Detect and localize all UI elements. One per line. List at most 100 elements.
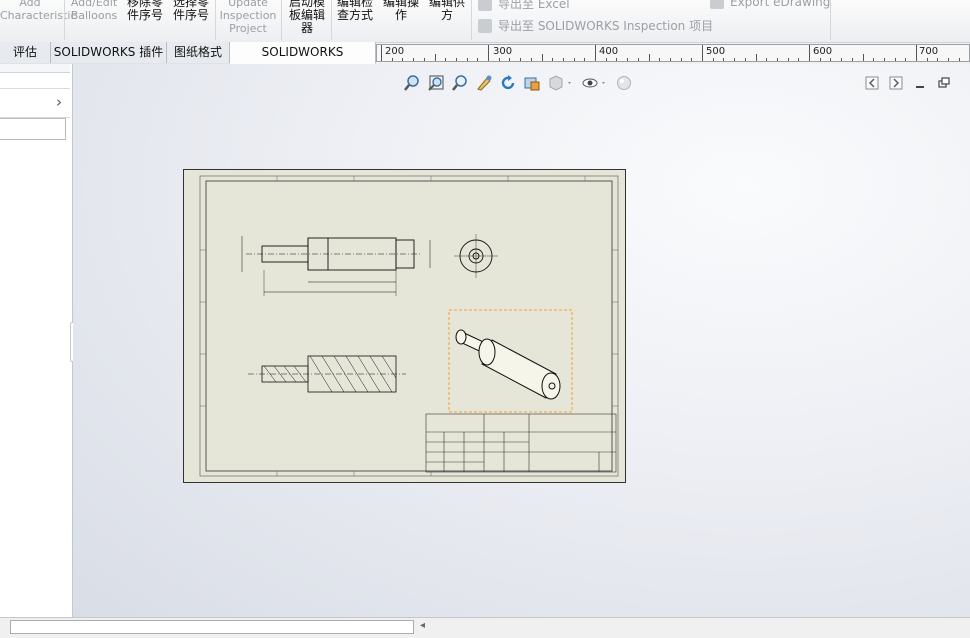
- window-controls: [863, 72, 959, 94]
- feature-manager-panel: ›: [0, 64, 73, 617]
- pan-icon[interactable]: [475, 74, 493, 92]
- ruler-tick: [531, 58, 532, 62]
- ruler-tick: [895, 58, 896, 62]
- horizontal-ruler: 200 300 400 500 600 700: [376, 44, 970, 62]
- ruler-tick: [873, 58, 874, 62]
- ruler-tick: [863, 54, 864, 62]
- tab-evaluate[interactable]: 评估: [0, 42, 51, 63]
- panel-expand-row[interactable]: ›: [0, 88, 70, 118]
- export-inspection-project-button[interactable]: 导出至 SOLIDWORKS Inspection 项目: [478, 17, 713, 34]
- ruler-tick: [884, 58, 885, 62]
- tab-solidworks-inspection[interactable]: SOLIDWORKS Inspection: [230, 42, 376, 64]
- command-manager-tabs: 评估 SOLIDWORKS 插件 图纸格式 SOLIDWORKS Inspect…: [0, 42, 376, 65]
- next-sheet-icon[interactable]: [887, 74, 905, 92]
- update-inspection-project-button[interactable]: Update Inspection Project: [218, 0, 278, 35]
- add-characteristic-button[interactable]: Add Characteristic: [0, 0, 60, 22]
- ruler-tick: [809, 45, 810, 61]
- ruler-label: 400: [599, 46, 618, 57]
- restore-icon[interactable]: [935, 74, 953, 92]
- export-edrawing-button[interactable]: Export eDrawing: [710, 0, 830, 9]
- ruler-tick: [927, 58, 928, 62]
- inspection-project-icon: [478, 19, 492, 33]
- scroll-left-icon[interactable]: ◂: [420, 620, 425, 631]
- ruler-tick: [563, 58, 564, 62]
- tab-solidworks-addins[interactable]: SOLIDWORKS 插件: [51, 42, 167, 63]
- ruler-tick: [467, 58, 468, 62]
- appearance-icon[interactable]: [615, 74, 633, 92]
- ruler-label: 500: [706, 46, 725, 57]
- ruler-tick: [477, 58, 478, 62]
- hide-show-icon[interactable]: [581, 74, 609, 92]
- chevron-right-icon: ›: [56, 93, 62, 111]
- ruler-tick: [381, 45, 382, 61]
- ruler-tick: [574, 58, 575, 62]
- ruler-tick: [413, 58, 414, 62]
- scrollbar-thumb[interactable]: [10, 620, 414, 634]
- ruler-tick: [777, 58, 778, 62]
- ruler-tick: [820, 58, 821, 62]
- panel-filter-input[interactable]: [0, 118, 66, 140]
- ruler-tick: [745, 58, 746, 62]
- ruler-tick: [691, 58, 692, 62]
- edit-check-method-button[interactable]: 编辑检 查方式: [333, 0, 377, 22]
- ruler-tick: [788, 58, 789, 62]
- ruler-tick: [723, 58, 724, 62]
- ruler-tick: [756, 54, 757, 62]
- rotate-icon[interactable]: [499, 74, 517, 92]
- ruler-tick: [841, 58, 842, 62]
- ruler-tick: [488, 45, 489, 61]
- tab-sheet-format[interactable]: 图纸格式: [167, 42, 230, 63]
- view-orientation-icon[interactable]: [547, 74, 575, 92]
- ruler-tick: [509, 58, 510, 62]
- ruler-label: 700: [919, 46, 938, 57]
- ruler-tick: [681, 58, 682, 62]
- ruler-tick: [734, 58, 735, 62]
- ruler-tick: [552, 58, 553, 62]
- launch-template-editor-button[interactable]: 启动模 板编辑 器: [285, 0, 329, 35]
- ruler-tick: [456, 58, 457, 62]
- ruler-label: 200: [385, 46, 404, 57]
- minimize-icon[interactable]: [911, 74, 929, 92]
- ribbon: Add Characteristic Add/Edit Balloons 移除零…: [0, 0, 970, 43]
- ruler-tick: [649, 54, 650, 62]
- ruler-tick: [713, 58, 714, 62]
- ruler-tick: [606, 58, 607, 62]
- panel-header: [0, 64, 70, 73]
- graphics-area[interactable]: [73, 64, 970, 617]
- ruler-tick: [542, 54, 543, 62]
- edit-operation-button[interactable]: 编辑操 作: [379, 0, 423, 22]
- ruler-tick: [627, 58, 628, 62]
- select-part-numbers-button[interactable]: 选择零 件序号: [169, 0, 213, 22]
- drawing-sheet-graphics: [184, 170, 627, 484]
- export-excel-button[interactable]: 导出至 Excel: [478, 0, 570, 12]
- ruler-tick: [584, 58, 585, 62]
- ruler-tick: [595, 45, 596, 61]
- edit-vendor-button[interactable]: 编辑供 方: [425, 0, 469, 22]
- remove-part-numbers-button[interactable]: 移除零 件序号: [123, 0, 167, 22]
- horizontal-scrollbar[interactable]: ◂: [0, 617, 970, 638]
- ruler-tick: [852, 58, 853, 62]
- ruler-tick: [424, 58, 425, 62]
- ruler-tick: [638, 58, 639, 62]
- ruler-tick: [702, 45, 703, 61]
- prev-sheet-icon[interactable]: [863, 74, 881, 92]
- excel-icon: [478, 0, 492, 11]
- drawing-sheet[interactable]: [183, 169, 626, 483]
- ruler-tick: [392, 58, 393, 62]
- previous-view-icon[interactable]: [451, 74, 469, 92]
- ruler-tick: [659, 58, 660, 62]
- zoom-to-fit-icon[interactable]: [403, 74, 421, 92]
- ruler-tick: [948, 58, 949, 62]
- ruler-tick: [402, 58, 403, 62]
- ruler-tick: [916, 45, 917, 61]
- ruler-label: 600: [813, 46, 832, 57]
- ruler-tick: [937, 58, 938, 62]
- ruler-tick: [798, 58, 799, 62]
- section-view-icon[interactable]: [523, 74, 541, 92]
- ruler-tick: [905, 58, 906, 62]
- zoom-to-area-icon[interactable]: [427, 74, 445, 92]
- ruler-tick: [766, 58, 767, 62]
- ruler-tick: [830, 58, 831, 62]
- ruler-tick: [959, 58, 960, 62]
- add-edit-balloons-button[interactable]: Add/Edit Balloons: [68, 0, 120, 22]
